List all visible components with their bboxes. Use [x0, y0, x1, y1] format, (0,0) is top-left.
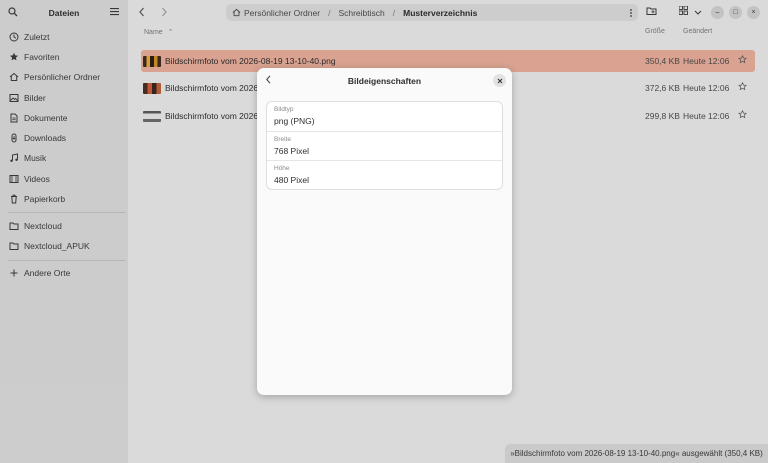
property-value: png (PNG): [274, 116, 315, 126]
property-value: 768 Pixel: [274, 146, 309, 156]
dialog-title: Bildeigenschaften: [347, 76, 422, 86]
property-row-bildtyp: Bildtyp png (PNG): [267, 102, 502, 131]
property-label: Bildtyp: [274, 106, 294, 113]
properties-list: Bildtyp png (PNG) Breite 768 Pixel Höhe …: [266, 101, 503, 190]
property-label: Höhe: [274, 165, 290, 172]
property-value: 480 Pixel: [274, 175, 309, 185]
property-label: Breite: [274, 136, 291, 143]
image-properties-dialog: Bildeigenschaften Bildtyp png (PNG) Brei…: [257, 68, 512, 395]
close-icon: [497, 78, 502, 83]
close-dialog-button[interactable]: [493, 74, 506, 87]
property-row-breite: Breite 768 Pixel: [267, 131, 502, 160]
property-row-hoehe: Höhe 480 Pixel: [267, 160, 502, 189]
